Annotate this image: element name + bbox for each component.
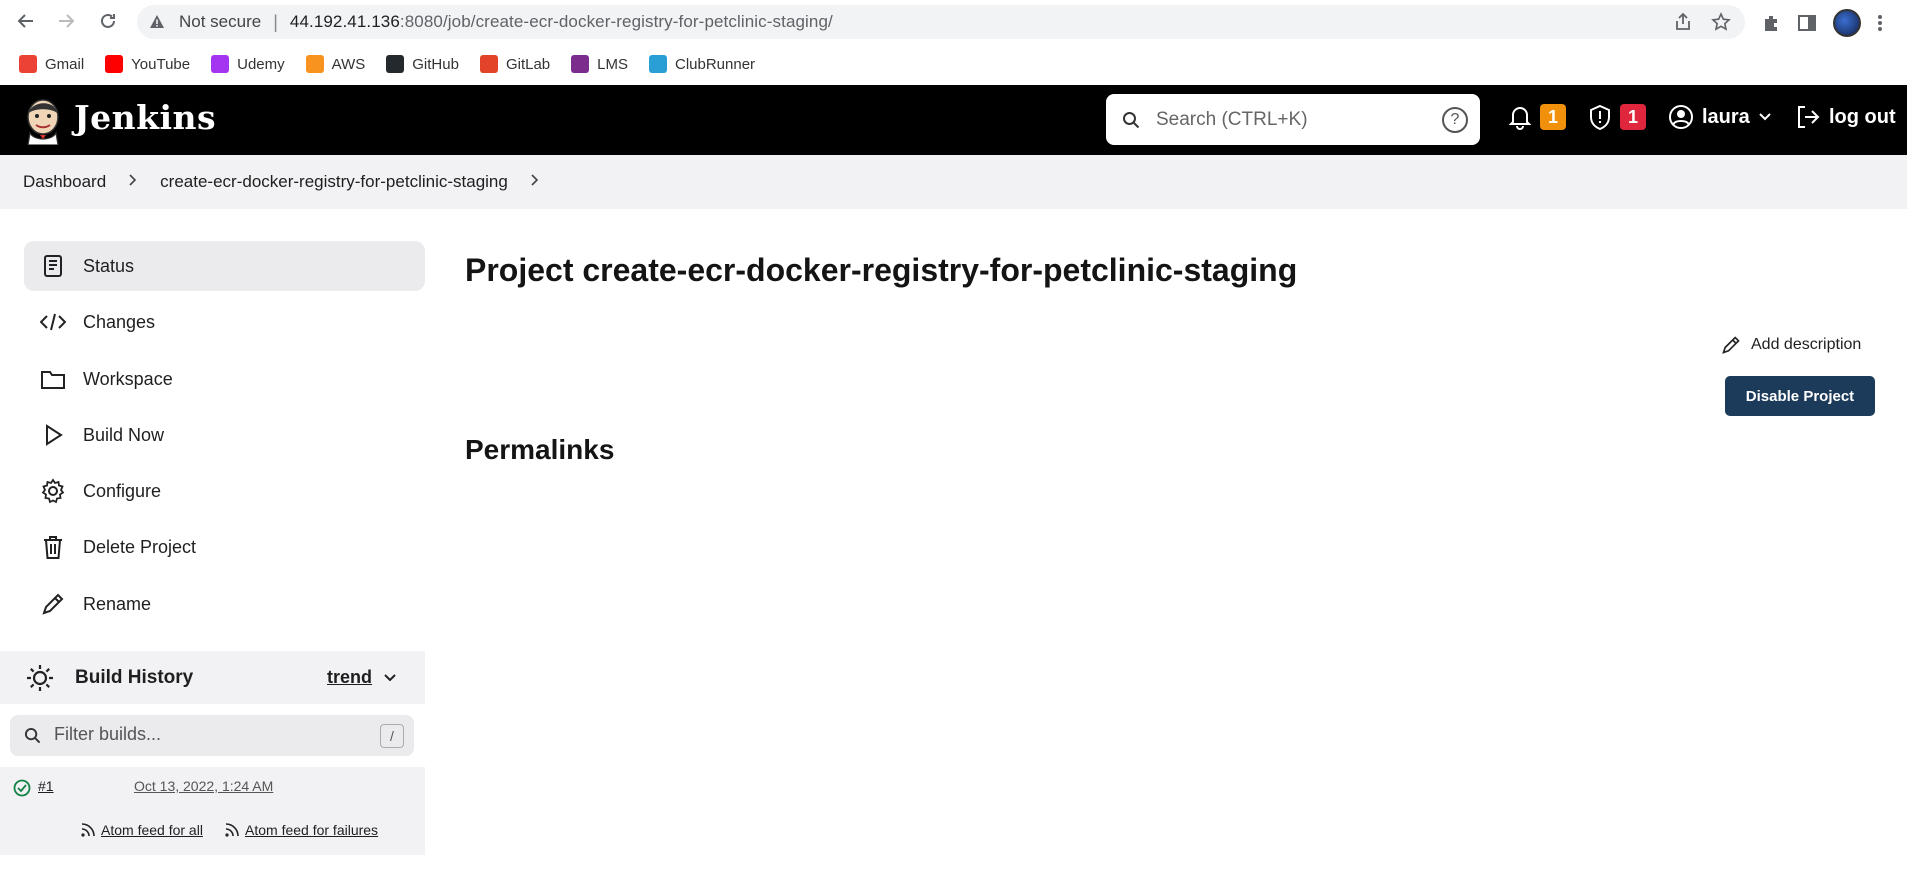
warning-icon: [149, 13, 167, 31]
bell-icon: [1508, 107, 1532, 130]
bookmark-clubrunner[interactable]: ClubRunner: [649, 55, 755, 73]
search-box[interactable]: ?: [1106, 94, 1480, 145]
jenkins-header: Jenkins ? 1 1 laura log out: [0, 85, 1907, 155]
kebab-menu-icon[interactable]: [1877, 13, 1883, 33]
arrow-right-icon: [59, 14, 75, 28]
reload-icon: [101, 13, 115, 28]
jenkins-title[interactable]: Jenkins: [74, 98, 216, 137]
trash-icon: [40, 534, 66, 560]
logout-label: log out: [1829, 105, 1896, 128]
page-title: Project create-ecr-docker-registry-for-p…: [465, 252, 1298, 288]
play-icon: [40, 422, 66, 448]
sidebar: Status Changes Workspace Build Now Confi…: [0, 209, 425, 876]
build-history-icon: [27, 665, 53, 691]
status-icon: [40, 253, 66, 279]
build-row: #1 Oct 13, 2022, 1:24 AM: [0, 767, 425, 807]
chevron-right-icon[interactable]: [128, 172, 138, 192]
task-rename[interactable]: Rename: [24, 579, 425, 629]
arrow-left-icon: [17, 14, 33, 28]
bookmark-aws[interactable]: AWS: [305, 55, 365, 73]
bookmark-gitlab[interactable]: GitLab: [479, 55, 550, 73]
search-icon: [24, 727, 41, 744]
star-icon[interactable]: [1711, 12, 1731, 32]
bookmark-udemy[interactable]: Udemy: [211, 55, 285, 73]
permalinks-heading: Permalinks: [465, 434, 615, 465]
build-history-header: Build History trend: [0, 651, 425, 704]
side-panel-icon[interactable]: [1797, 13, 1817, 33]
bookmark-github[interactable]: GitHub: [386, 55, 459, 73]
breadcrumb-dashboard[interactable]: Dashboard: [23, 172, 106, 192]
pencil-icon: [1722, 336, 1740, 354]
logout-icon: [1798, 106, 1820, 128]
filter-builds[interactable]: /: [10, 715, 414, 756]
share-icon[interactable]: [1673, 12, 1693, 32]
disable-project-button[interactable]: Disable Project: [1725, 376, 1875, 416]
security-status[interactable]: Not secure: [179, 12, 261, 32]
shield-icon: [1590, 104, 1610, 130]
chevron-right-icon[interactable]: [530, 172, 540, 192]
add-description-link[interactable]: Add description: [1721, 335, 1861, 355]
url-text[interactable]: 44.192.41.136:8080/job/create-ecr-docker…: [290, 12, 833, 32]
search-icon: [1123, 111, 1140, 128]
forward-button[interactable]: [54, 9, 78, 33]
atom-feed-failures[interactable]: Atom feed for failures: [224, 822, 378, 838]
rss-icon: [225, 822, 239, 837]
clubrunner-icon: [649, 55, 667, 73]
trend-link[interactable]: trend: [327, 667, 372, 688]
logout-button[interactable]: log out: [1795, 104, 1896, 130]
notifications-button[interactable]: 1: [1508, 104, 1566, 130]
task-build-now[interactable]: Build Now: [24, 410, 425, 460]
security-button[interactable]: 1: [1588, 104, 1646, 130]
lms-icon: [571, 55, 590, 73]
build-date-link[interactable]: Oct 13, 2022, 1:24 AM: [134, 778, 273, 794]
address-bar[interactable]: Not secure | 44.192.41.136:8080/job/crea…: [137, 5, 1745, 39]
task-status[interactable]: Status: [24, 241, 425, 291]
profile-avatar[interactable]: [1833, 9, 1861, 37]
search-input[interactable]: [1156, 108, 1426, 131]
chevron-down-icon: [1759, 113, 1771, 121]
user-name: laura: [1702, 105, 1750, 128]
jenkins-logo[interactable]: [22, 95, 64, 145]
atom-feed-all[interactable]: Atom feed for all: [80, 822, 203, 838]
breadcrumb-job[interactable]: create-ecr-docker-registry-for-petclinic…: [160, 172, 508, 192]
pencil-icon: [40, 591, 66, 617]
build-history-title: Build History: [75, 667, 194, 688]
back-button[interactable]: [14, 9, 38, 33]
youtube-icon: [105, 55, 124, 73]
build-number-link[interactable]: #1: [38, 778, 54, 794]
bookmark-gmail[interactable]: Gmail: [19, 55, 84, 73]
bookmark-youtube[interactable]: YouTube: [105, 55, 190, 73]
bookmarks-bar: Gmail YouTube Udemy AWS GitHub GitLab LMS ClubR…: [0, 43, 1907, 85]
udemy-icon: [211, 55, 230, 73]
help-icon[interactable]: ?: [1442, 107, 1468, 133]
bookmark-lms[interactable]: LMS: [571, 55, 628, 73]
rss-icon: [81, 822, 95, 837]
github-icon: [386, 55, 405, 73]
breadcrumb: Dashboard create-ecr-docker-registry-for…: [0, 155, 1907, 209]
feeds-row: Atom feed for all Atom feed for failures: [0, 807, 425, 855]
user-menu[interactable]: laura: [1668, 104, 1772, 130]
folder-icon: [40, 366, 66, 392]
gmail-icon: [19, 55, 37, 73]
gitlab-icon: [479, 55, 498, 73]
code-icon: [40, 309, 66, 335]
gear-icon: [40, 478, 66, 504]
success-check-icon: [13, 779, 31, 797]
browser-toolbar: Not secure | 44.192.41.136:8080/job/crea…: [0, 0, 1907, 43]
task-delete-project[interactable]: Delete Project: [24, 522, 425, 572]
task-workspace[interactable]: Workspace: [24, 354, 425, 404]
reload-button[interactable]: [96, 9, 120, 33]
user-icon: [1669, 105, 1693, 129]
task-configure[interactable]: Configure: [24, 466, 425, 516]
filter-builds-input[interactable]: [54, 724, 354, 745]
task-changes[interactable]: Changes: [24, 297, 425, 347]
chevron-down-icon[interactable]: [383, 673, 397, 683]
notifications-badge: 1: [1540, 104, 1566, 130]
security-badge: 1: [1620, 104, 1646, 130]
shortcut-key: /: [380, 724, 404, 748]
aws-icon: [305, 55, 324, 73]
extensions-icon[interactable]: [1761, 13, 1781, 33]
